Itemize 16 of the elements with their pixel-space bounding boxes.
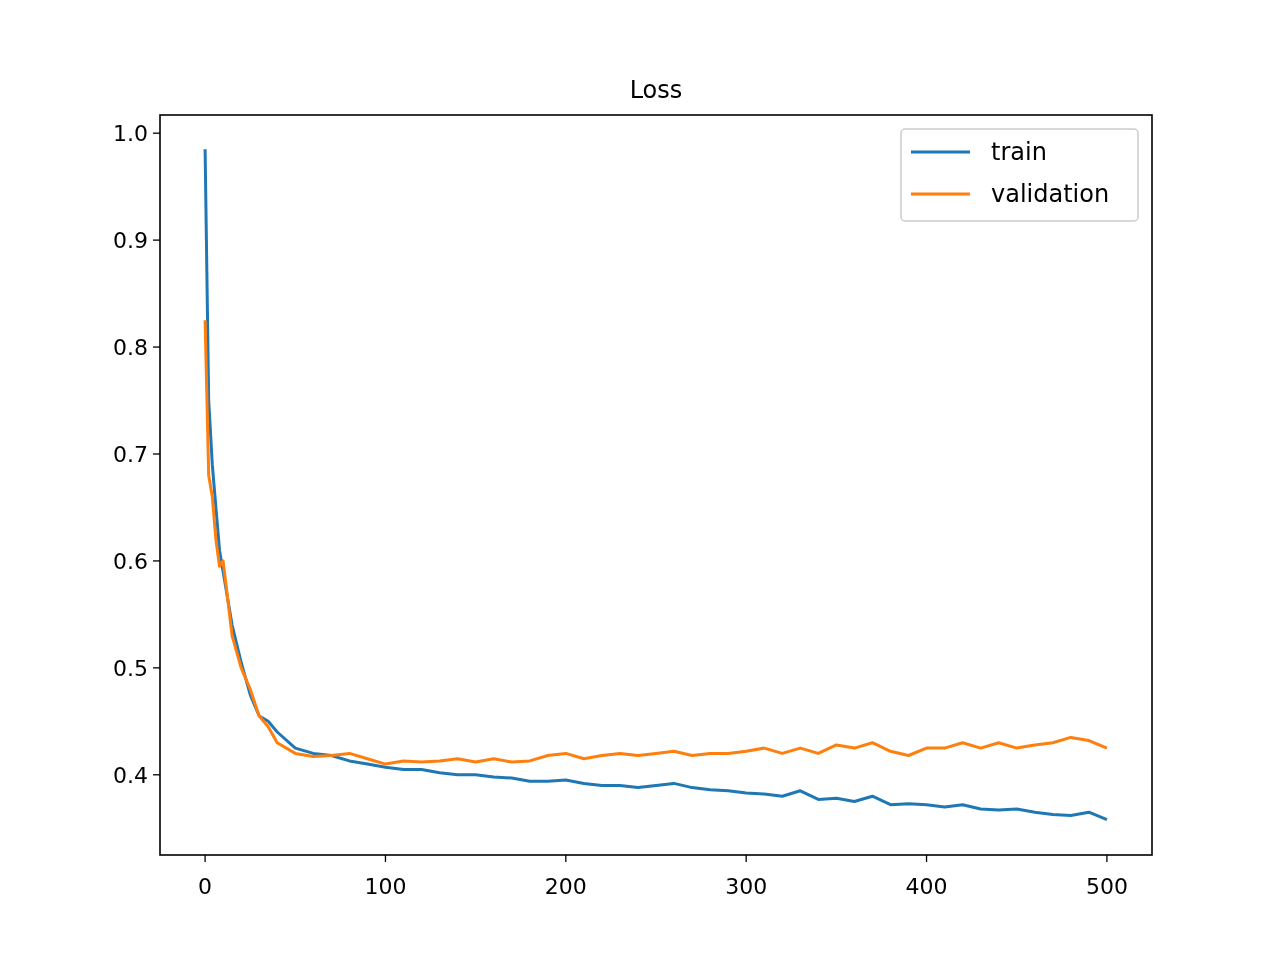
x-tick-label: 100 (364, 874, 407, 899)
x-tick-label: 300 (725, 874, 768, 899)
y-tick-label: 0.8 (113, 335, 148, 361)
legend-label: validation (991, 180, 1110, 208)
y-tick-label: 0.9 (113, 228, 148, 254)
x-tick-label: 500 (1085, 874, 1128, 899)
y-tick-label: 0.7 (113, 442, 148, 467)
x-tick-label: 400 (905, 874, 948, 899)
chart-title: Loss (629, 76, 683, 104)
x-tick-label: 200 (544, 874, 587, 899)
y-tick-label: 0.4 (113, 762, 148, 788)
legend-label: train (991, 138, 1047, 166)
y-tick-label: 1.0 (113, 121, 148, 147)
y-tick-label: 0.5 (113, 655, 148, 681)
x-tick-label: 0 (198, 874, 213, 899)
y-tick-label: 0.6 (113, 548, 148, 574)
